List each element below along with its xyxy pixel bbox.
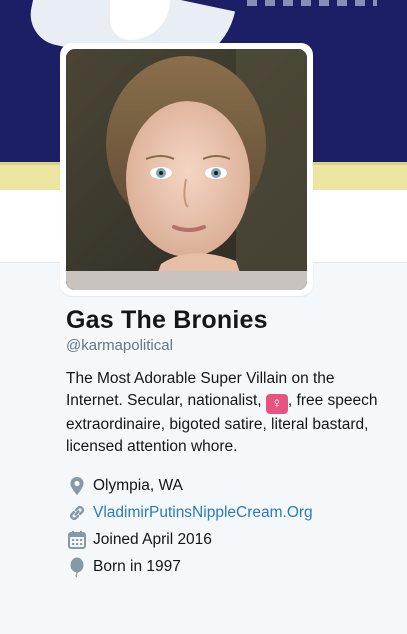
birth-year-text: Born in 1997	[93, 557, 181, 575]
avatar-photo	[66, 49, 307, 290]
profile-website: VladimirPutinsNippleCream.Org	[66, 499, 396, 526]
join-date-text: Joined April 2016	[93, 530, 212, 548]
profile-meta-list: Olympia, WA VladimirPutinsNippleCream.Or…	[66, 472, 396, 580]
balloon-icon	[70, 557, 84, 578]
profile-card: Gas The Bronies @karmapolitical The Most…	[66, 306, 396, 580]
map-pin-icon	[70, 476, 84, 495]
profile-location: Olympia, WA	[66, 472, 396, 499]
female-sign-emoji-icon: ♀	[265, 394, 288, 414]
calendar-icon	[68, 530, 86, 549]
profile-page: Gas The Bronies @karmapolitical The Most…	[0, 0, 407, 634]
location-text: Olympia, WA	[93, 476, 183, 494]
link-icon	[70, 505, 84, 520]
user-handle[interactable]: @karmapolitical	[66, 337, 396, 354]
display-name[interactable]: Gas The Bronies	[66, 306, 396, 335]
banner-decoration	[247, 0, 377, 6]
profile-bio: The Most Adorable Super Villain on the I…	[66, 368, 386, 458]
website-link[interactable]: VladimirPutinsNippleCream.Org	[93, 504, 313, 522]
avatar-portrait-illustration	[66, 49, 307, 290]
profile-birth-year: Born in 1997	[66, 553, 396, 580]
profile-join-date: Joined April 2016	[66, 526, 396, 553]
avatar[interactable]	[60, 43, 313, 296]
